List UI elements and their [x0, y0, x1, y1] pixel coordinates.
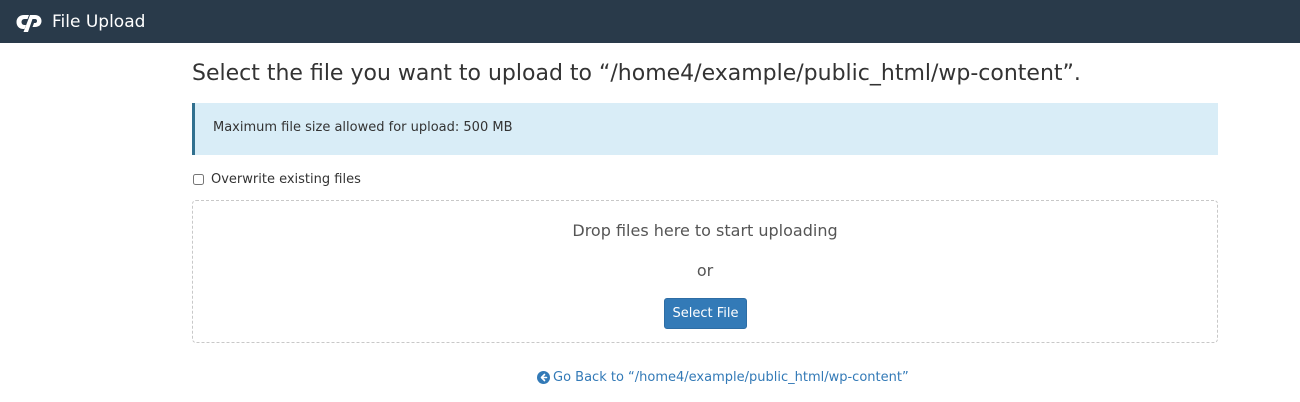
- go-back-link[interactable]: Go Back to “/home4/example/public_html/w…: [537, 370, 909, 385]
- drop-instructions: Drop files here to start uploading: [572, 221, 838, 240]
- max-size-message: Maximum file size allowed for upload: 50…: [213, 120, 513, 135]
- or-separator: or: [696, 261, 714, 280]
- info-alert: Maximum file size allowed for upload: 50…: [192, 103, 1218, 155]
- app-title: File Upload: [52, 12, 146, 32]
- page-title: Select the file you want to upload to “/…: [192, 61, 1081, 86]
- go-back-label: Go Back to “/home4/example/public_html/w…: [553, 370, 909, 385]
- drop-zone[interactable]: Drop files here to start uploading or Se…: [192, 200, 1218, 343]
- circle-arrow-left-icon: [537, 371, 550, 384]
- select-file-button[interactable]: Select File: [664, 298, 747, 329]
- cpanel-logo-icon[interactable]: [15, 12, 43, 32]
- overwrite-label: Overwrite existing files: [211, 172, 361, 187]
- overwrite-checkbox[interactable]: [193, 174, 204, 185]
- overwrite-option[interactable]: Overwrite existing files: [192, 172, 361, 187]
- top-bar: File Upload: [0, 0, 1300, 43]
